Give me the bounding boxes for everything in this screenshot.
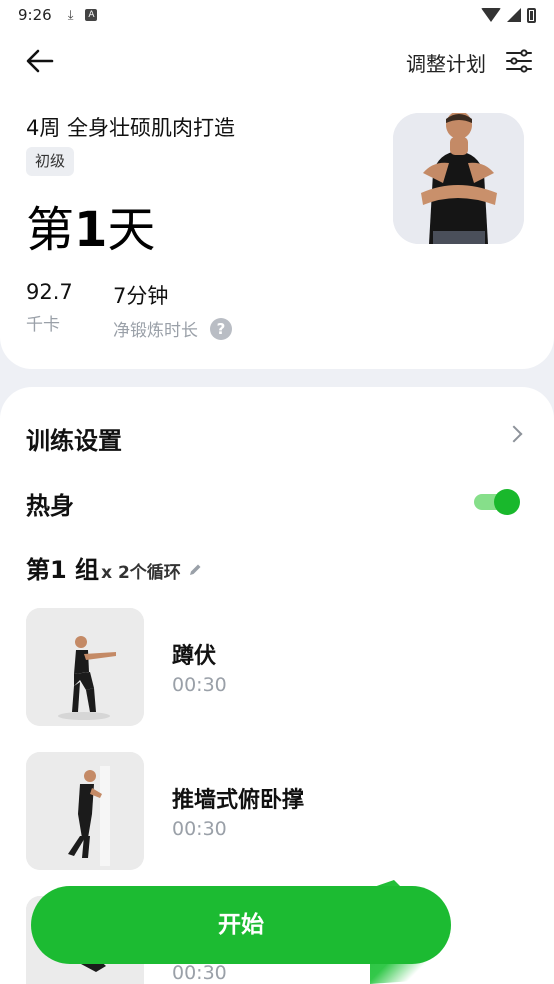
exercise-name: 推墙式俯卧撑 — [172, 788, 305, 813]
a-app-icon: A — [85, 9, 98, 21]
pencil-edit-icon[interactable] — [187, 562, 203, 578]
chevron-right-icon — [505, 425, 523, 443]
group-title: 第1 组 — [26, 556, 100, 584]
plan-header-card: 调整计划 4周 全身壮硕肌肉打造 初级 第1天 92.7 千卡 7分钟 净锻炼时… — [0, 30, 554, 369]
training-settings-label: 训练设置 — [26, 427, 122, 455]
exercise-thumbnail — [26, 752, 144, 870]
exercise-item[interactable]: 推墙式俯卧撑 00:30 — [26, 752, 526, 870]
battery-icon — [527, 7, 536, 23]
warmup-label: 热身 — [26, 492, 74, 520]
filter-sliders-icon[interactable] — [504, 46, 534, 76]
toggle-knob — [494, 489, 520, 515]
group-header: 第1 组 x 2个循环 — [26, 550, 203, 586]
group-cycles: x 2个循环 — [101, 563, 181, 583]
adjust-plan-button[interactable]: 调整计划 — [406, 48, 486, 77]
duration-value: 7分钟 — [113, 284, 169, 308]
exercise-item[interactable]: 蹲伏 00:30 — [26, 608, 526, 726]
day-prefix: 第 — [26, 202, 75, 258]
exercise-duration: 00:30 — [172, 962, 227, 984]
exercise-duration: 00:30 — [172, 674, 227, 696]
plan-hero-image — [393, 113, 524, 244]
warmup-row: 热身 — [26, 486, 526, 520]
exercise-thumbnail — [26, 608, 144, 726]
status-time: 9:26 — [18, 6, 52, 24]
wifi-icon — [481, 8, 501, 22]
plan-title: 4周 全身壮硕肌肉打造 — [26, 116, 236, 140]
calories-value: 92.7 — [26, 280, 73, 304]
exercise-name: 蹲伏 — [172, 644, 217, 669]
duration-label: 净锻炼时长 — [113, 321, 198, 341]
exercise-duration: 00:30 — [172, 818, 227, 840]
training-settings-row[interactable]: 训练设置 — [26, 421, 526, 455]
back-arrow-icon[interactable] — [22, 46, 58, 76]
calories-label: 千卡 — [26, 315, 60, 335]
start-button[interactable]: 开始 — [31, 886, 451, 964]
day-title: 第1天 — [26, 200, 155, 260]
download-icon: ⤓ — [67, 7, 74, 23]
status-bar: 9:26 ⤓ A — [0, 0, 554, 30]
help-icon[interactable]: ? — [210, 317, 232, 340]
calories-stat: 92.7 千卡 — [26, 280, 73, 335]
day-suffix: 天 — [107, 202, 156, 258]
cell-signal-icon — [507, 8, 521, 22]
day-number: 1 — [74, 202, 108, 258]
level-badge: 初级 — [26, 147, 75, 176]
duration-stat: 7分钟 净锻炼时长? — [113, 280, 232, 341]
warmup-toggle[interactable] — [474, 489, 520, 515]
